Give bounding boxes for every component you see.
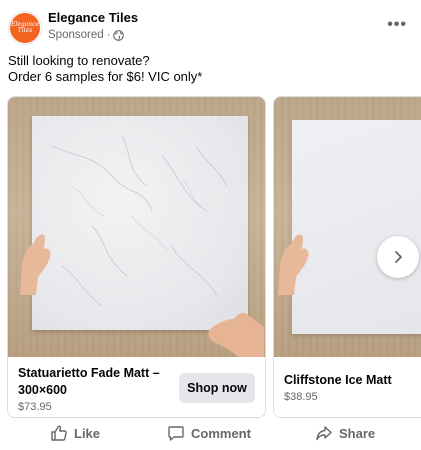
product-title-2[interactable]: Cliffstone Ice Matt: [284, 372, 421, 389]
shop-now-button[interactable]: Shop now: [179, 373, 255, 403]
comment-icon: [168, 426, 184, 441]
product-price-1: $73.95: [18, 401, 52, 413]
share-button[interactable]: Share: [315, 424, 375, 442]
product-carousel: Statuarietto Fade Matt – 300×600 $73.95 …: [0, 96, 421, 420]
sponsored-label[interactable]: Sponsored: [48, 29, 104, 41]
logo-text-line2: Tiles: [17, 27, 33, 34]
comment-label: Comment: [191, 425, 251, 441]
post-action-bar: Like Comment Share: [0, 420, 421, 450]
chevron-right-icon: [395, 251, 402, 263]
product-price-2: $38.95: [284, 391, 318, 403]
card-footer-1: Statuarietto Fade Matt – 300×600 $73.95 …: [8, 357, 265, 417]
product-title-1[interactable]: Statuarietto Fade Matt – 300×600: [18, 365, 178, 399]
product-image-2[interactable]: [274, 97, 421, 357]
carousel-card-1[interactable]: Statuarietto Fade Matt – 300×600 $73.95 …: [7, 96, 266, 418]
marble-tile: [32, 116, 248, 330]
thumbs-up-icon: [51, 425, 67, 441]
separator-dot: ·: [106, 29, 111, 41]
sponsored-row: Sponsored ·: [48, 29, 125, 41]
post-header: Elegance Tiles Elegance Tiles Sponsored …: [0, 0, 421, 50]
share-icon: [316, 426, 332, 441]
page-name-link[interactable]: Elegance Tiles: [48, 10, 138, 25]
card-footer-2: Cliffstone Ice Matt $38.95: [274, 357, 421, 417]
comment-button[interactable]: Comment: [167, 424, 251, 442]
left-hand: [20, 234, 51, 295]
left-hand: [278, 234, 309, 295]
like-button[interactable]: Like: [50, 424, 100, 442]
page-avatar[interactable]: Elegance Tiles: [8, 11, 42, 45]
post-text: Still looking to renovate? Order 6 sampl…: [8, 53, 202, 85]
page-logo: Elegance Tiles: [10, 13, 40, 43]
product-image-1[interactable]: [8, 97, 265, 357]
share-label: Share: [339, 425, 376, 441]
more-options-button[interactable]: •••: [387, 16, 407, 34]
right-hand: [208, 312, 264, 357]
like-label: Like: [74, 425, 101, 441]
post-text-line1: Still looking to renovate?: [8, 53, 150, 68]
post-text-line2: Order 6 samples for $6! VIC only*: [8, 69, 203, 84]
carousel-next-button[interactable]: [377, 236, 419, 278]
globe-icon: [113, 29, 125, 41]
